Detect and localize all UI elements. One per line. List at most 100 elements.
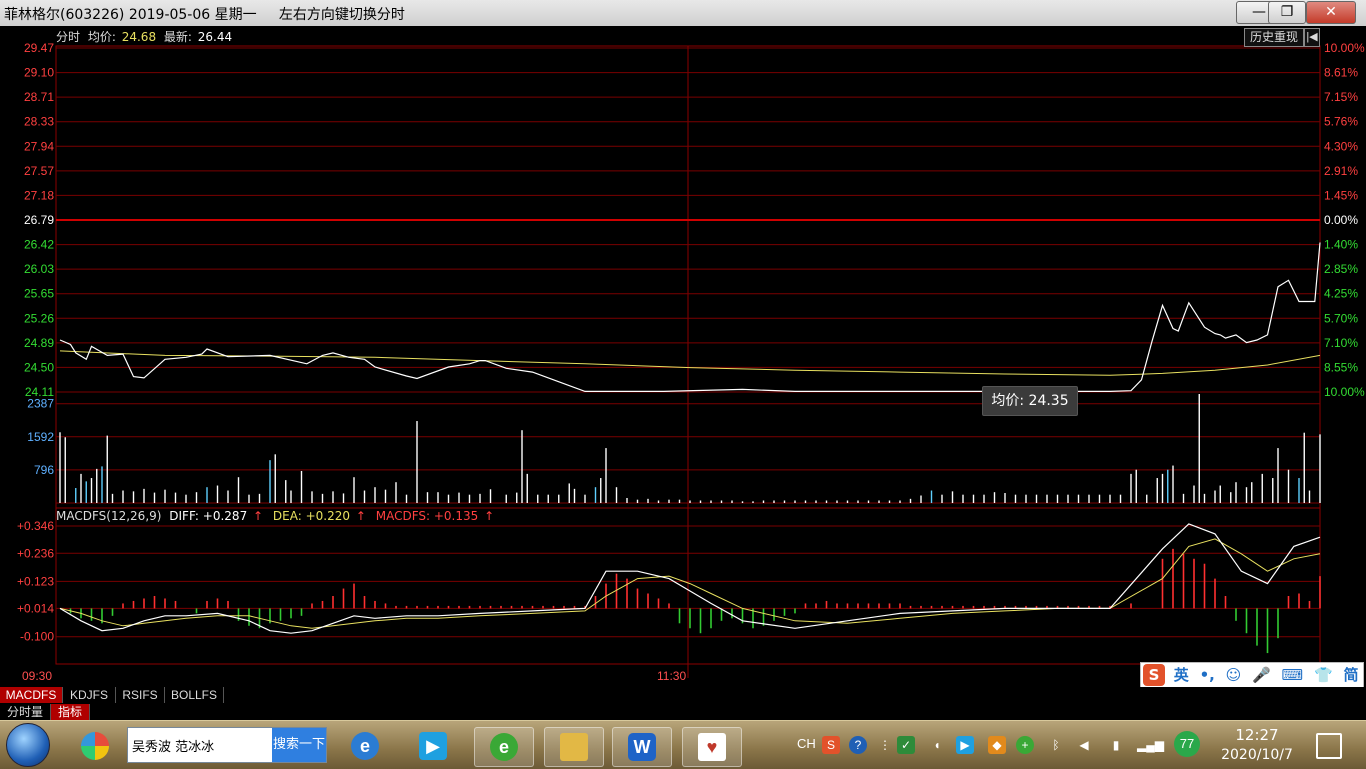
ime-voice-icon[interactable]: 🎤 [1252, 666, 1271, 684]
pinwheel-icon [81, 732, 109, 760]
volume-tick-label: 796 [34, 463, 54, 477]
up-arrow-icon: ↑ [484, 509, 494, 523]
macd-tick-label: +0.346 [17, 519, 54, 533]
ie-icon: e [351, 732, 379, 760]
tab-kdjfs[interactable]: KDJFS [63, 687, 116, 703]
tooltip-label: 均价: [991, 393, 1025, 409]
network-icon[interactable]: ▂▄▆ [1137, 736, 1164, 754]
clock[interactable]: 12:27 2020/10/7 [1212, 725, 1302, 765]
title-bar: 菲林格尔(603226) 2019-05-06 星期一 左右方向键切换分时 — … [0, 0, 1366, 27]
close-button[interactable]: ✕ [1306, 1, 1356, 24]
search-widget[interactable]: 吴秀波 范冰冰 搜索一下 [127, 727, 327, 763]
price-tick-label: 27.18 [24, 188, 54, 202]
price-tick-label: 27.94 [24, 139, 54, 153]
macd-tick-label: -0.100 [20, 630, 54, 644]
bottom-tabs: 分时量 指标 [0, 704, 1366, 720]
pct-tick-label: 8.55% [1324, 360, 1358, 374]
volume-tick-label: 1592 [27, 430, 54, 444]
mode-label: 分时 [56, 30, 80, 44]
sogou-logo-icon[interactable]: S [1143, 664, 1165, 686]
price-tick-label: 25.65 [24, 287, 54, 301]
folder-icon [560, 733, 588, 761]
play-icon: ▶ [419, 732, 447, 760]
history-back-icon[interactable]: |◀ [1304, 28, 1320, 47]
pct-tick-label: 4.25% [1324, 287, 1358, 301]
tab-bollfs[interactable]: BOLLFS [165, 687, 224, 703]
avg-value: 24.68 [122, 30, 156, 44]
tray-expand-icon[interactable]: ⋮ [876, 736, 894, 754]
pct-tick-label: 7.15% [1324, 90, 1358, 104]
tab-indicator[interactable]: 指标 [51, 704, 90, 720]
taskbar-app-wps[interactable]: W [612, 727, 672, 767]
security-icon[interactable]: ◆ [988, 736, 1006, 754]
pct-tick-label: 5.76% [1324, 115, 1358, 129]
volume-tick-label: 2387 [27, 397, 54, 411]
macd-tick-label: +0.236 [17, 546, 54, 560]
ime-skin-icon[interactable]: 👕 [1314, 666, 1333, 684]
search-button[interactable]: 搜索一下 [272, 728, 326, 762]
last-label: 最新: [164, 29, 192, 44]
wps-icon: W [628, 733, 656, 761]
price-tick-label: 29.10 [24, 66, 54, 80]
speaker-small-icon[interactable]: ◖ [928, 736, 946, 754]
macd-dea-label: DEA: +0.220 [273, 509, 350, 523]
sogou-tray-icon[interactable]: S [822, 736, 840, 754]
taskbar-app-explorer[interactable] [544, 727, 604, 767]
volume-icon[interactable]: ◀ [1075, 736, 1093, 754]
ime-punct-icon[interactable]: •, [1200, 666, 1215, 684]
avg-label: 均价: [88, 30, 116, 44]
price-tick-label: 27.57 [24, 164, 54, 178]
tab-macdfs[interactable]: MACDFS [0, 687, 63, 703]
macdfs-label: MACDFS: +0.135 [376, 509, 479, 523]
action-center-icon[interactable] [1316, 733, 1342, 759]
price-tick-label: 26.79 [24, 213, 54, 227]
pct-tick-label: 2.91% [1324, 164, 1358, 178]
taskbar-app-ie[interactable]: e [336, 727, 394, 765]
green-e-icon: e [490, 733, 518, 761]
ime-lang-toggle[interactable]: 英 [1174, 666, 1189, 684]
maximize-button[interactable]: ❐ [1268, 1, 1306, 24]
macd-title: MACDFS(12,26,9) [56, 509, 161, 523]
help-icon[interactable]: ? [849, 736, 867, 754]
taskbar-app-solitaire[interactable]: ♥ [682, 727, 742, 767]
battery-icon[interactable]: ▮ [1107, 736, 1125, 754]
intraday-chart[interactable]: 29.47 10.00% 29.10 8.61% 28.71 7.15% 28.33 5.76… [0, 26, 1366, 686]
history-replay-button[interactable]: 历史重现 [1244, 28, 1304, 47]
clock-date: 2020/10/7 [1221, 747, 1293, 763]
pct-tick-label: 2.85% [1324, 262, 1358, 276]
plus-icon[interactable]: + [1016, 736, 1034, 754]
up-arrow-icon: ↑ [253, 509, 263, 523]
ime-emoji-icon[interactable]: ☺ [1226, 666, 1242, 684]
price-tick-label: 24.89 [24, 336, 54, 350]
up-arrow-icon: ↑ [356, 509, 366, 523]
macd-tick-label: +0.123 [17, 574, 54, 588]
tab-rsifs[interactable]: RSIFS [116, 687, 165, 703]
pct-tick-label: 1.40% [1324, 238, 1358, 252]
clock-time: 12:27 [1235, 726, 1279, 744]
macd-tick-label: +0.014 [17, 601, 54, 615]
macd-diff-label: DIFF: +0.287 [169, 509, 247, 523]
last-value: 26.44 [198, 30, 232, 44]
price-tick-label: 24.50 [24, 360, 54, 374]
window-title: 菲林格尔(603226) 2019-05-06 星期一 左右方向键切换分时 [4, 7, 405, 23]
tray-badge[interactable]: 77 [1174, 731, 1200, 757]
bluetooth-icon[interactable]: ᛒ [1047, 736, 1065, 754]
ime-keyboard-icon[interactable]: ⌨ [1282, 666, 1304, 684]
price-tick-label: 25.26 [24, 311, 54, 325]
search-input[interactable]: 吴秀波 范冰冰 [132, 736, 214, 755]
start-button[interactable] [6, 723, 50, 767]
time-start-label: 09:30 [22, 669, 52, 683]
svg-text:分时 均价: 24.68 最新:: 分时 均价: 24.68 最新: 26.44 [56, 29, 232, 44]
svg-text:MACDFS(12,26,9) DIFF: +0.2: MACDFS(12,26,9) DIFF: +0.287 ↑ DEA: +0.2… [56, 509, 494, 523]
language-indicator[interactable]: CH [797, 736, 816, 751]
ime-toolbar[interactable]: S 英 •, ☺ 🎤 ⌨ 👕 简 ⌂ [1140, 662, 1364, 689]
tab-volume[interactable]: 分时量 [0, 704, 51, 720]
taskbar-app-360[interactable] [66, 727, 124, 765]
pct-tick-label: 10.00% [1324, 41, 1365, 55]
taskbar-app-browser[interactable]: e [474, 727, 534, 767]
ime-simplified-toggle[interactable]: 简 [1343, 666, 1358, 684]
shield-icon[interactable]: ✓ [897, 736, 915, 754]
video-tray-icon[interactable]: ▶ [956, 736, 974, 754]
taskbar-app-video[interactable]: ▶ [404, 727, 462, 765]
time-mid-label: 11:30 [657, 669, 686, 683]
